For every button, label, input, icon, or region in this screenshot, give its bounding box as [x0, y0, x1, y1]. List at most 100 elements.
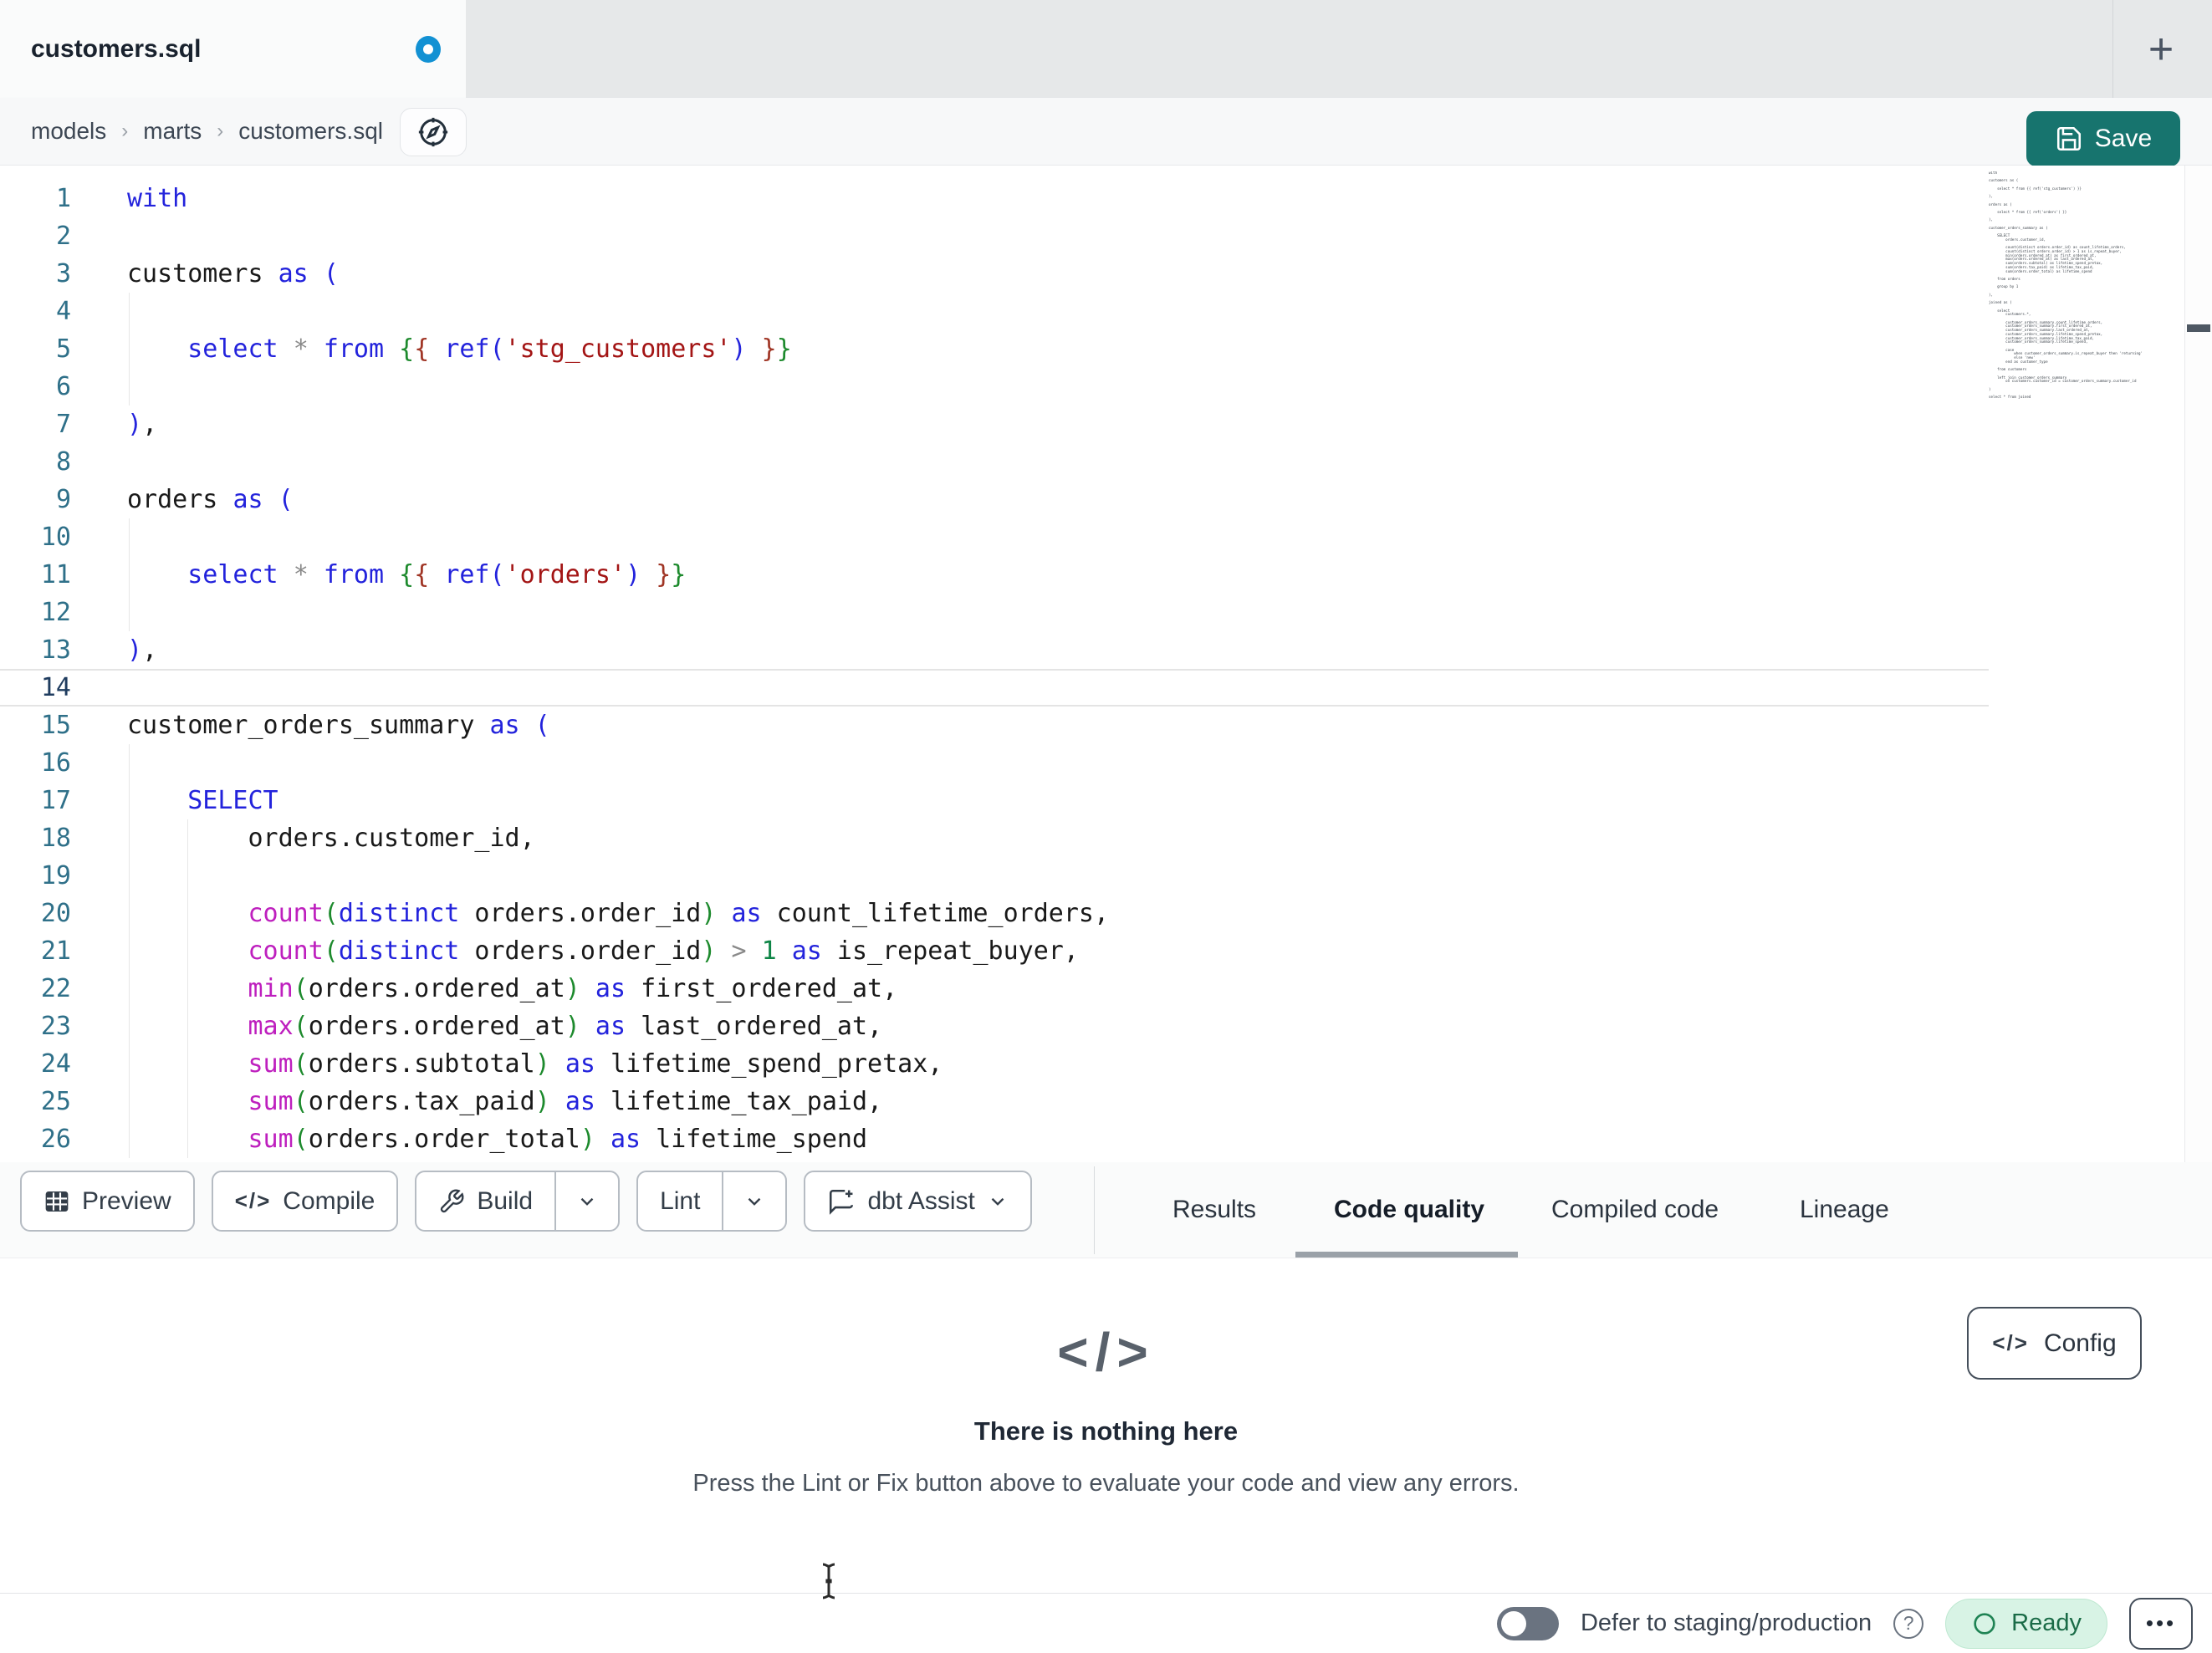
- code-line[interactable]: 15 customer_orders_summary as (: [0, 707, 1989, 744]
- breadcrumb-marts[interactable]: marts: [143, 118, 202, 145]
- lint-dropdown-button[interactable]: [723, 1172, 785, 1230]
- tab-results[interactable]: Results: [1172, 1162, 1256, 1258]
- preview-button[interactable]: Preview: [20, 1171, 195, 1232]
- unsaved-changes-dot-icon: [416, 35, 441, 63]
- compile-button[interactable]: </> Compile: [211, 1171, 399, 1232]
- build-label: Build: [477, 1186, 534, 1215]
- breadcrumb-file[interactable]: customers.sql: [238, 118, 383, 145]
- breadcrumb-separator: ›: [217, 120, 224, 142]
- indent-guide: [129, 518, 130, 631]
- code-line[interactable]: 21 count(distinct orders.order_id) > 1 a…: [0, 932, 1989, 970]
- code-text: max(orders.ordered_at) as last_ordered_a…: [248, 1012, 883, 1041]
- code-line[interactable]: 13),: [0, 631, 1989, 669]
- chevron-down-icon: [991, 1197, 1004, 1206]
- line-number: 8: [55, 447, 71, 477]
- config-label: Config: [2043, 1329, 2117, 1357]
- explore-lineage-button[interactable]: [400, 108, 467, 156]
- code-line[interactable]: 24 sum(orders.subtotal) as lifetime_spen…: [0, 1045, 1989, 1083]
- code-line[interactable]: 1 with: [0, 180, 1989, 217]
- ruler-thumb[interactable]: [2187, 324, 2210, 332]
- line-number: 23: [40, 1012, 71, 1041]
- code-line[interactable]: 23 max(orders.ordered_at) as last_ordere…: [0, 1008, 1989, 1045]
- code-brackets-icon: </>: [1992, 1330, 2029, 1355]
- code-line[interactable]: 11 select * from {{ ref('orders') }}: [0, 556, 1989, 594]
- build-dropdown-button[interactable]: [556, 1172, 618, 1230]
- code-line[interactable]: 19: [0, 857, 1989, 895]
- line-number: 3: [55, 259, 71, 288]
- line-number: 19: [40, 861, 71, 890]
- code-text: count(distinct orders.order_id) > 1 as i…: [248, 936, 1079, 966]
- indent-guide: [187, 819, 188, 1158]
- code-text: customer_orders_summary as (: [127, 711, 550, 740]
- tab-code-quality[interactable]: Code quality: [1334, 1162, 1484, 1258]
- status-bar: Defer to staging/production ? Ready •••: [0, 1593, 2212, 1653]
- chat-sparkle-icon: [827, 1187, 856, 1216]
- tab-title: customers.sql: [31, 34, 202, 63]
- table-grid-icon: [43, 1188, 70, 1215]
- lint-button[interactable]: Lint: [638, 1172, 722, 1230]
- line-number: 26: [40, 1125, 71, 1154]
- code-line[interactable]: 10: [0, 518, 1989, 556]
- code-line[interactable]: 20 count(distinct orders.order_id) as co…: [0, 895, 1989, 932]
- editor-tab-bar: customers.sql +: [0, 0, 2212, 98]
- line-number: 15: [40, 711, 71, 740]
- code-line[interactable]: 26 sum(orders.order_total) as lifetime_s…: [0, 1120, 1989, 1158]
- code-line[interactable]: 16: [0, 744, 1989, 782]
- defer-toggle[interactable]: [1496, 1606, 1559, 1640]
- code-text: select * from {{ ref('orders') }}: [187, 560, 687, 589]
- code-line[interactable]: 12: [0, 594, 1989, 631]
- tab-customers-sql[interactable]: customers.sql: [0, 0, 466, 98]
- save-label: Save: [2094, 125, 2153, 152]
- code-line[interactable]: 25 sum(orders.tax_paid) as lifetime_tax_…: [0, 1083, 1989, 1120]
- code-text: min(orders.ordered_at) as first_ordered_…: [248, 974, 898, 1003]
- build-button[interactable]: Build: [416, 1172, 554, 1230]
- code-line[interactable]: 8: [0, 443, 1989, 481]
- code-text: ),: [127, 635, 158, 665]
- editor-minimap[interactable]: with customers as ( select * from {{ ref…: [1989, 171, 2184, 1158]
- line-number: 16: [40, 748, 71, 778]
- config-button[interactable]: </> Config: [1967, 1307, 2142, 1380]
- status-label: Ready: [2011, 1610, 2082, 1636]
- breadcrumb-models[interactable]: models: [31, 118, 106, 145]
- action-toolbar: Preview </> Compile Build Lint dbt Assis…: [0, 1162, 2212, 1258]
- code-text: sum(orders.order_total) as lifetime_spen…: [248, 1125, 868, 1154]
- code-line[interactable]: 7),: [0, 406, 1989, 443]
- tab-lineage[interactable]: Lineage: [1800, 1162, 1889, 1258]
- line-number: 11: [40, 560, 71, 589]
- save-button[interactable]: Save: [2026, 111, 2180, 166]
- code-line[interactable]: 17 SELECT: [0, 782, 1989, 819]
- code-text: orders as (: [127, 485, 294, 514]
- code-editor[interactable]: 1 with 2 3 customers as ( 4 5 select * from {{…: [0, 166, 2212, 1162]
- line-number: 25: [40, 1087, 71, 1116]
- help-icon[interactable]: ?: [1893, 1608, 1924, 1639]
- code-line[interactable]: 9 orders as (: [0, 481, 1989, 518]
- code-line[interactable]: 6: [0, 368, 1989, 406]
- line-number: 20: [40, 899, 71, 928]
- line-number: 2: [55, 222, 71, 251]
- code-lines: 1 with 2 3 customers as ( 4 5 select * from {{…: [0, 166, 1989, 1158]
- code-line[interactable]: 3 customers as (: [0, 255, 1989, 293]
- more-options-button[interactable]: •••: [2129, 1597, 2193, 1650]
- line-number: 13: [40, 635, 71, 665]
- code-line[interactable]: 18 orders.customer_id,: [0, 819, 1989, 857]
- code-text: sum(orders.tax_paid) as lifetime_tax_pai…: [248, 1087, 883, 1116]
- new-tab-button[interactable]: +: [2128, 18, 2194, 80]
- code-quality-panel: </> There is nothing here Press the Lint…: [0, 1258, 2212, 1593]
- code-line[interactable]: 22 min(orders.ordered_at) as first_order…: [0, 970, 1989, 1008]
- editor-overview-ruler[interactable]: [2184, 166, 2212, 1162]
- wrench-icon: [438, 1188, 465, 1215]
- code-brackets-icon: </>: [234, 1188, 272, 1213]
- line-number: 7: [55, 410, 71, 439]
- dbt-assist-button[interactable]: dbt Assist: [804, 1171, 1032, 1232]
- line-number: 4: [55, 297, 71, 326]
- code-line[interactable]: 14: [0, 669, 1989, 707]
- tab-compiled-code[interactable]: Compiled code: [1551, 1162, 1719, 1258]
- code-line[interactable]: 5 select * from {{ ref('stg_customers') …: [0, 330, 1989, 368]
- code-line[interactable]: 4: [0, 293, 1989, 330]
- code-line[interactable]: 2: [0, 217, 1989, 255]
